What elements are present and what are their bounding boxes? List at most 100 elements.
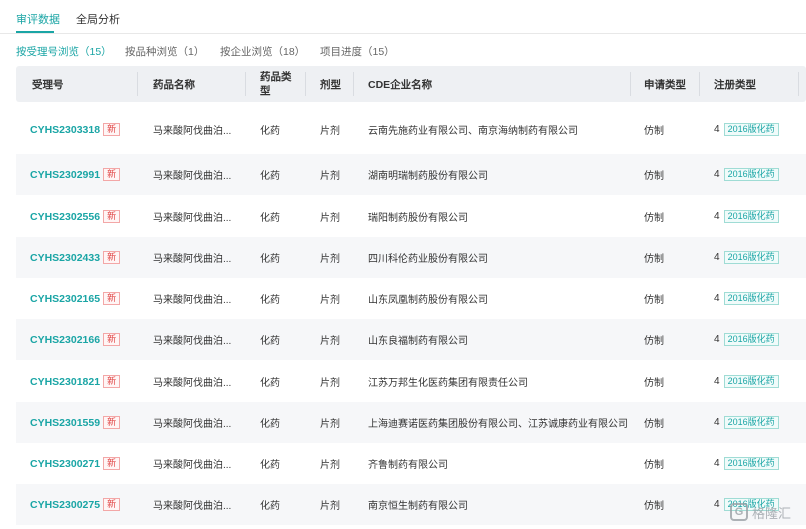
table-row[interactable]: CYHS2301821 新 马来酸阿伐曲泊... 化药 片剂 江苏万邦生化医药集团…: [16, 361, 806, 402]
apply-type: 仿制: [644, 419, 664, 430]
dosage-form: 片剂: [320, 460, 340, 471]
header-accept-no[interactable]: 受理号: [32, 66, 64, 102]
drug-type: 化药: [260, 419, 280, 430]
drug-name: 马来酸阿伐曲泊...: [153, 501, 232, 512]
reg-category: 4: [714, 376, 720, 387]
table-row[interactable]: CYHS2302433 新 马来酸阿伐曲泊... 化药 片剂 四川科伦药业股份有限…: [16, 237, 806, 278]
active-tab-indicator: [16, 31, 54, 33]
table-row[interactable]: CYHS2301559 新 马来酸阿伐曲泊... 化药 片剂 上海迪赛诺医药集团股…: [16, 402, 806, 443]
new-badge: 新: [103, 457, 121, 470]
new-badge: 新: [103, 416, 121, 429]
accept-no-link[interactable]: CYHS2300271: [30, 458, 100, 470]
reg-type-badge: 2016版化药: [723, 375, 779, 388]
company-name: 江苏万邦生化医药集团有限责任公司: [368, 378, 528, 389]
reg-type-badge: 2016版化药: [723, 333, 779, 346]
table-row[interactable]: CYHS2302165 新 马来酸阿伐曲泊... 化药 片剂 山东凤凰制药股份有限…: [16, 278, 806, 319]
subtab-by-variety[interactable]: 按品种浏览（1）: [125, 44, 204, 59]
reg-category: 4: [714, 211, 720, 222]
reg-category: 4: [714, 334, 720, 345]
apply-type: 仿制: [644, 213, 664, 224]
reg-category: 4: [714, 169, 720, 180]
table-row[interactable]: CYHS2302556 新 马来酸阿伐曲泊... 化药 片剂 瑞阳制药股份有限公司…: [16, 196, 806, 237]
apply-type: 仿制: [644, 460, 664, 471]
new-badge: 新: [103, 292, 121, 305]
dosage-form: 片剂: [320, 501, 340, 512]
table-row[interactable]: CYHS2300275 新 马来酸阿伐曲泊... 化药 片剂 南京恒生制药有限公司…: [16, 484, 806, 525]
table-row[interactable]: CYHS2300271 新 马来酸阿伐曲泊... 化药 片剂 齐鲁制药有限公司 仿…: [16, 443, 806, 484]
reg-category: 4: [714, 293, 720, 304]
new-badge: 新: [103, 333, 121, 346]
drug-type: 化药: [260, 460, 280, 471]
table-row[interactable]: CYHS2303318 新 马来酸阿伐曲泊... 化药 片剂 云南先施药业有限公司…: [16, 109, 806, 150]
reg-type-badge: 2016版化药: [723, 168, 779, 181]
company-name: 上海迪赛诺医药集团股份有限公司、江苏诚康药业有限公司: [368, 419, 628, 430]
accept-no-link[interactable]: CYHS2302991: [30, 169, 100, 181]
apply-type: 仿制: [644, 126, 664, 137]
header-drug-name[interactable]: 药品名称: [153, 66, 195, 102]
company-name: 齐鲁制药有限公司: [368, 460, 448, 471]
reg-type-badge: 2016版化药: [723, 457, 779, 470]
accept-no-link[interactable]: CYHS2302556: [30, 211, 100, 223]
header-dosage[interactable]: 剂型: [320, 66, 341, 102]
company-name: 瑞阳制药股份有限公司: [368, 213, 468, 224]
reg-category: 4: [714, 458, 720, 469]
drug-type: 化药: [260, 171, 280, 182]
drug-name: 马来酸阿伐曲泊...: [153, 295, 232, 306]
drug-name: 马来酸阿伐曲泊...: [153, 419, 232, 430]
table-header: 受理号 药品名称 药品类型 剂型 CDE企业名称 申请类型 注册类型: [16, 66, 806, 102]
dosage-form: 片剂: [320, 295, 340, 306]
table-row[interactable]: CYHS2302991 新 马来酸阿伐曲泊... 化药 片剂 湖南明瑞制药股份有限…: [16, 154, 806, 195]
accept-no-link[interactable]: CYHS2302433: [30, 252, 100, 264]
company-name: 湖南明瑞制药股份有限公司: [368, 171, 488, 182]
reg-type-badge: 2016版化药: [723, 251, 779, 264]
apply-type: 仿制: [644, 295, 664, 306]
header-divider: [305, 72, 306, 96]
header-divider: [137, 72, 138, 96]
drug-type: 化药: [260, 254, 280, 265]
dosage-form: 片剂: [320, 171, 340, 182]
drug-type: 化药: [260, 378, 280, 389]
subtab-by-company[interactable]: 按企业浏览（18）: [220, 44, 305, 59]
dosage-form: 片剂: [320, 419, 340, 430]
accept-no-link[interactable]: CYHS2302166: [30, 334, 100, 346]
company-name: 山东凤凰制药股份有限公司: [368, 295, 488, 306]
dosage-form: 片剂: [320, 213, 340, 224]
accept-no-link[interactable]: CYHS2303318: [30, 124, 100, 136]
apply-type: 仿制: [644, 254, 664, 265]
apply-type: 仿制: [644, 171, 664, 182]
apply-type: 仿制: [644, 378, 664, 389]
top-tab-bar: 审评数据 全局分析: [0, 0, 806, 34]
drug-type: 化药: [260, 501, 280, 512]
drug-name: 马来酸阿伐曲泊...: [153, 254, 232, 265]
company-name: 南京恒生制药有限公司: [368, 501, 468, 512]
reg-type-badge: 2016版化药: [723, 210, 779, 223]
dosage-form: 片剂: [320, 254, 340, 265]
company-name: 云南先施药业有限公司、南京海纳制药有限公司: [368, 126, 578, 137]
watermark-text: 格隆汇: [752, 505, 792, 521]
new-badge: 新: [103, 251, 121, 264]
header-reg-type[interactable]: 注册类型: [714, 66, 756, 102]
header-divider: [630, 72, 631, 96]
tab-global-analysis[interactable]: 全局分析: [76, 11, 120, 27]
drug-type: 化药: [260, 126, 280, 137]
drug-name: 马来酸阿伐曲泊...: [153, 171, 232, 182]
header-drug-type[interactable]: 药品类型: [260, 66, 296, 102]
subtab-by-accept-no[interactable]: 按受理号浏览（15）: [16, 44, 112, 59]
subtab-project-progress[interactable]: 项目进度（15）: [320, 44, 395, 59]
drug-type: 化药: [260, 213, 280, 224]
drug-type: 化药: [260, 336, 280, 347]
tab-review-data[interactable]: 审评数据: [16, 11, 60, 27]
header-apply-type[interactable]: 申请类型: [644, 66, 686, 102]
dosage-form: 片剂: [320, 378, 340, 389]
drug-name: 马来酸阿伐曲泊...: [153, 460, 232, 471]
accept-no-link[interactable]: CYHS2302165: [30, 293, 100, 305]
reg-type-badge: 2016版化药: [723, 292, 779, 305]
accept-no-link[interactable]: CYHS2301821: [30, 376, 100, 388]
table-row[interactable]: CYHS2302166 新 马来酸阿伐曲泊... 化药 片剂 山东良福制药有限公司…: [16, 319, 806, 360]
accept-no-link[interactable]: CYHS2300275: [30, 499, 100, 511]
header-divider: [353, 72, 354, 96]
accept-no-link[interactable]: CYHS2301559: [30, 417, 100, 429]
dosage-form: 片剂: [320, 126, 340, 137]
header-company[interactable]: CDE企业名称: [368, 66, 432, 102]
new-badge: 新: [103, 123, 121, 136]
